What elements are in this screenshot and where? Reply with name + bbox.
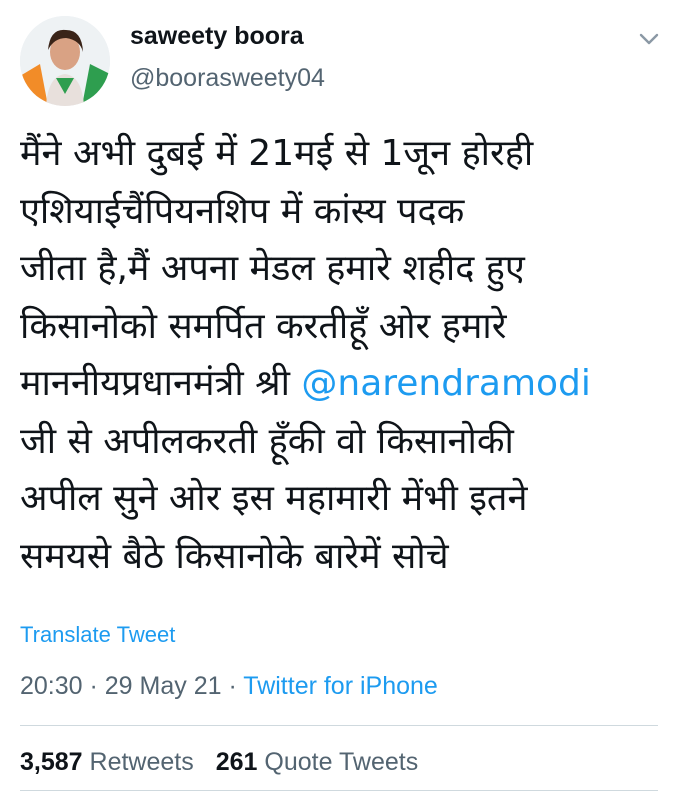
meta-separator: · <box>82 672 105 700</box>
tweet-line: जी से अपीलकरती हूँकी वो किसानोकी <box>20 420 514 462</box>
retweets-label: Retweets <box>89 748 194 776</box>
quote-tweets-stat[interactable]: 261 Quote Tweets <box>216 748 418 776</box>
retweets-stat[interactable]: 3,587 Retweets <box>20 748 194 776</box>
meta-separator: · <box>221 672 244 700</box>
user-handle[interactable]: @boorasweety04 <box>130 64 325 93</box>
tweet-header: saweety boora @boorasweety04 <box>0 0 678 120</box>
tweet-time[interactable]: 20:30 <box>20 672 83 700</box>
tweet-line-with-mention: माननीयप्रधानमंत्री श्री @narendramodi <box>20 355 668 413</box>
tweet-line: अपील सुने ओर इस महामारी मेंभी इतने <box>20 478 528 519</box>
tweet-line: एशियाईचैंपियनशिप में कांस्य पदक <box>20 190 465 232</box>
tweet-text: मैंने अभी दुबई में 21मई से 1जून होरही एश… <box>20 125 668 585</box>
translate-tweet-link[interactable]: Translate Tweet <box>20 622 175 648</box>
divider <box>20 725 658 726</box>
tweet-stats: 3,587 Retweets 261 Quote Tweets <box>20 748 418 777</box>
divider <box>20 790 658 791</box>
quote-tweets-label: Quote Tweets <box>264 748 419 776</box>
tweet-source-link[interactable]: Twitter for iPhone <box>243 672 438 700</box>
avatar[interactable] <box>20 16 110 106</box>
chevron-down-icon[interactable] <box>636 26 662 52</box>
mention-link[interactable]: @narendramodi <box>301 363 591 404</box>
avatar-image <box>20 16 110 106</box>
tweet-line: समयसे बैठे किसानोके बारेमें सोचे <box>20 535 449 577</box>
tweet-line-prefix: माननीयप्रधानमंत्री श्री <box>20 363 302 404</box>
tweet-meta: 20:30 · 29 May 21 · Twitter for iPhone <box>20 672 438 701</box>
tweet-date[interactable]: 29 May 21 <box>105 672 222 700</box>
tweet-line: जीता है,मैं अपना मेडल हमारे शहीद हुए <box>20 248 525 289</box>
retweets-count: 3,587 <box>20 748 83 776</box>
tweet-line: मैंने अभी दुबई में 21मई से 1जून होरही <box>20 133 534 174</box>
display-name[interactable]: saweety boora <box>130 22 304 51</box>
tweet-line: किसानोको समर्पित करतीहूँ ओर हमारे <box>20 305 507 347</box>
quote-tweets-count: 261 <box>215 748 258 776</box>
